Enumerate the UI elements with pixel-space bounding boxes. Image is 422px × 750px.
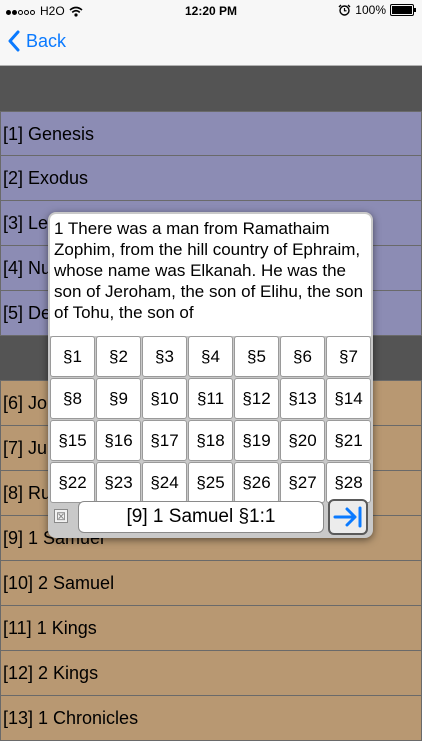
chapter-button[interactable]: §26: [234, 462, 279, 503]
chapter-button[interactable]: §18: [188, 420, 233, 461]
chapter-button[interactable]: §10: [142, 378, 187, 419]
reference-field[interactable]: [9] 1 Samuel §1:1: [78, 501, 324, 533]
book-row[interactable]: [1] Genesis: [0, 111, 422, 156]
chapter-button[interactable]: §24: [142, 462, 187, 503]
chapter-button[interactable]: §9: [96, 378, 141, 419]
chevron-left-icon: [8, 30, 20, 52]
book-row[interactable]: [11] 1 Kings: [0, 606, 422, 651]
chapter-button[interactable]: §17: [142, 420, 187, 461]
chapter-button[interactable]: §8: [50, 378, 95, 419]
arrow-right-to-bar-icon: [333, 506, 362, 528]
chapter-button[interactable]: §28: [326, 462, 371, 503]
chapter-picker-popup: 1 There was a man from Ramathaim Zophim,…: [48, 212, 373, 538]
back-button[interactable]: Back: [8, 30, 66, 52]
chapter-button[interactable]: §22: [50, 462, 95, 503]
chapter-button[interactable]: §1: [50, 336, 95, 377]
chapter-button[interactable]: §7: [326, 336, 371, 377]
chapter-button[interactable]: §25: [188, 462, 233, 503]
chapter-button[interactable]: §16: [96, 420, 141, 461]
book-row[interactable]: [2] Exodus: [0, 156, 422, 201]
chapter-button[interactable]: §3: [142, 336, 187, 377]
chapter-grid: §1 §2 §3 §4 §5 §6 §7 §8 §9 §10 §11 §12 §…: [50, 336, 373, 503]
book-row[interactable]: [10] 2 Samuel: [0, 561, 422, 606]
chapter-button[interactable]: §27: [280, 462, 325, 503]
chapter-button[interactable]: §21: [326, 420, 371, 461]
chapter-button[interactable]: §12: [234, 378, 279, 419]
chapter-button[interactable]: §2: [96, 336, 141, 377]
go-button[interactable]: [328, 499, 368, 535]
status-bar: H2O 12:20 PM 100%: [0, 0, 422, 22]
verse-preview[interactable]: 1 There was a man from Ramathaim Zophim,…: [50, 214, 371, 336]
chapter-button[interactable]: §11: [188, 378, 233, 419]
chapter-button[interactable]: §20: [280, 420, 325, 461]
chapter-button[interactable]: §4: [188, 336, 233, 377]
status-right: 100%: [338, 3, 416, 17]
reference-bar: ⊠ [9] 1 Samuel §1:1: [50, 498, 371, 536]
chapter-button[interactable]: §15: [50, 420, 95, 461]
book-row[interactable]: [12] 2 Kings: [0, 651, 422, 696]
back-label: Back: [26, 30, 67, 51]
battery-percent: 100%: [355, 3, 386, 17]
alarm-icon: [338, 4, 351, 16]
chapter-button[interactable]: §13: [280, 378, 325, 419]
verse-text: 1 There was a man from Ramathaim Zophim,…: [54, 219, 364, 322]
clear-checkbox-icon[interactable]: ⊠: [54, 509, 68, 523]
chapter-button[interactable]: §19: [234, 420, 279, 461]
section-header-band: [0, 66, 422, 111]
chapter-button[interactable]: §5: [234, 336, 279, 377]
navigation-bar: Back: [0, 22, 422, 66]
chapter-button[interactable]: §14: [326, 378, 371, 419]
chapter-button[interactable]: §6: [280, 336, 325, 377]
chapter-button[interactable]: §23: [96, 462, 141, 503]
battery-icon: [390, 4, 416, 16]
book-row[interactable]: [13] 1 Chronicles: [0, 696, 422, 741]
